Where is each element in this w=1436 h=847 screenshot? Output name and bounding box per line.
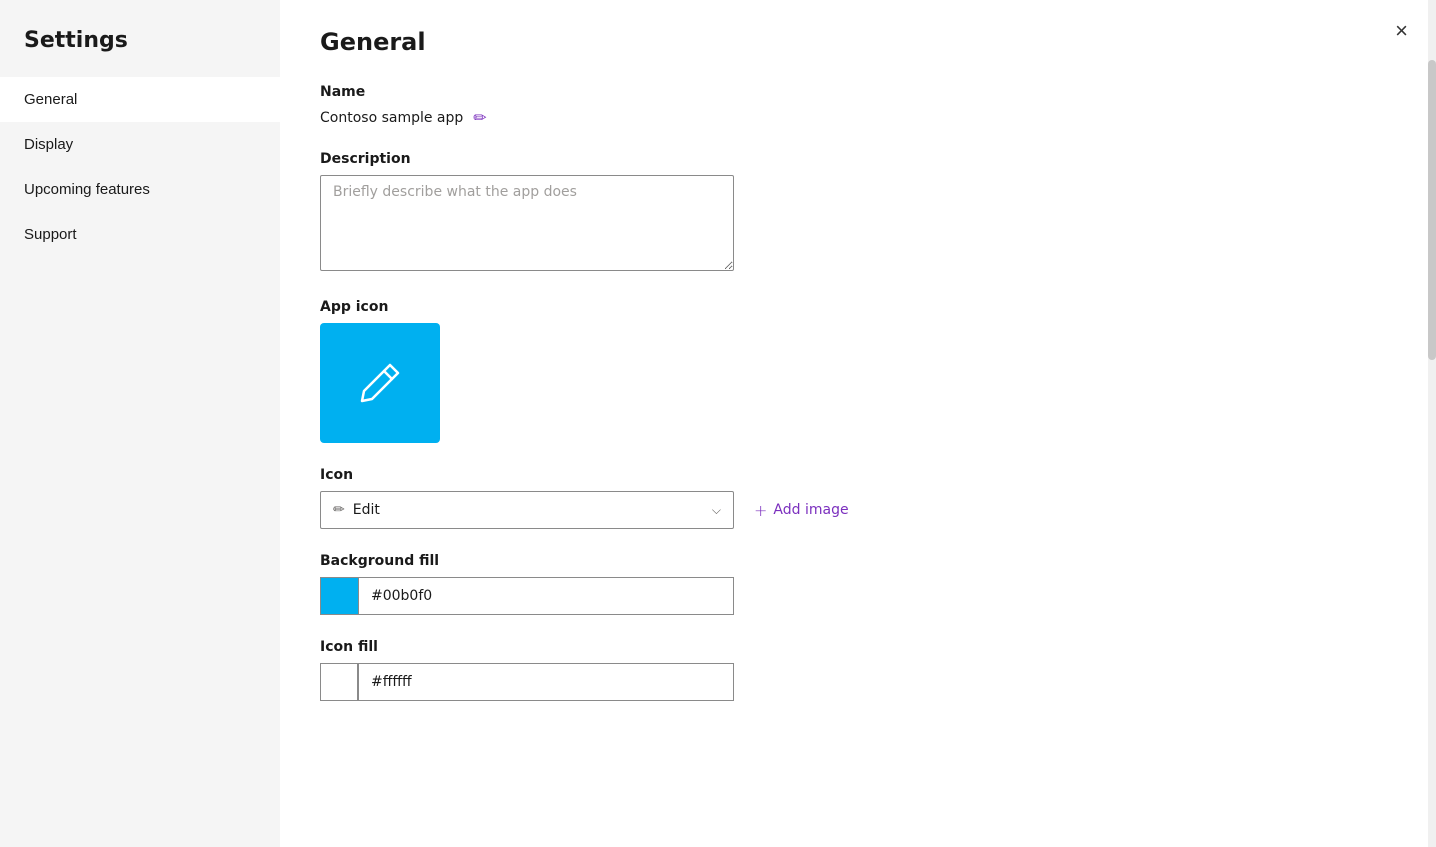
icon-fill-label: Icon fill (320, 639, 1140, 655)
icon-select-dropdown[interactable]: ✏ Edit ⌵ (320, 491, 734, 529)
sidebar-nav: General Display Upcoming features Suppor… (0, 77, 280, 257)
sidebar-title: Settings (0, 0, 280, 77)
name-label: Name (320, 84, 1140, 100)
description-section: Description (320, 151, 1140, 275)
content-area: General Name Contoso sample app ✏ Descri… (280, 0, 1180, 765)
icon-controls: ✏ Edit ⌵ + Add image (320, 491, 1140, 529)
icon-fill-input[interactable] (358, 663, 734, 701)
sidebar-item-upcoming-features[interactable]: Upcoming features (0, 167, 280, 212)
app-icon-pencil-svg (354, 357, 406, 409)
background-fill-section: Background fill (320, 553, 1140, 615)
chevron-down-icon: ⌵ (712, 503, 721, 518)
edit-name-icon[interactable]: ✏ (473, 108, 486, 127)
sidebar-item-general[interactable]: General (0, 77, 280, 122)
icon-select-value: Edit (353, 502, 380, 518)
app-icon-section: App icon (320, 299, 1140, 443)
background-fill-label: Background fill (320, 553, 1140, 569)
name-section: Name Contoso sample app ✏ (320, 84, 1140, 127)
icon-fill-swatch[interactable] (320, 663, 358, 701)
app-name-value: Contoso sample app (320, 110, 463, 126)
icon-section: Icon ✏ Edit ⌵ + Add image (320, 467, 1140, 529)
scrollbar-thumb[interactable] (1428, 60, 1436, 360)
icon-fill-section: Icon fill (320, 639, 1140, 701)
background-fill-swatch[interactable] (320, 577, 358, 615)
sidebar-item-support[interactable]: Support (0, 212, 280, 257)
icon-label: Icon (320, 467, 1140, 483)
name-row: Contoso sample app ✏ (320, 108, 1140, 127)
app-icon-label: App icon (320, 299, 1140, 315)
description-textarea[interactable] (320, 175, 734, 271)
select-pencil-icon: ✏ (333, 502, 345, 518)
sidebar-item-display[interactable]: Display (0, 122, 280, 167)
plus-icon: + (754, 501, 767, 520)
close-button[interactable]: × (1387, 16, 1416, 46)
app-icon-preview[interactable] (320, 323, 440, 443)
main-content: × General Name Contoso sample app ✏ Desc… (280, 0, 1436, 847)
add-image-button[interactable]: + Add image (746, 497, 857, 524)
background-fill-input[interactable] (358, 577, 734, 615)
page-title: General (320, 28, 1140, 56)
sidebar: Settings General Display Upcoming featur… (0, 0, 280, 847)
description-label: Description (320, 151, 1140, 167)
add-image-label: Add image (773, 502, 848, 518)
scrollbar-track (1428, 0, 1436, 847)
icon-fill-row (320, 663, 1140, 701)
background-fill-row (320, 577, 1140, 615)
